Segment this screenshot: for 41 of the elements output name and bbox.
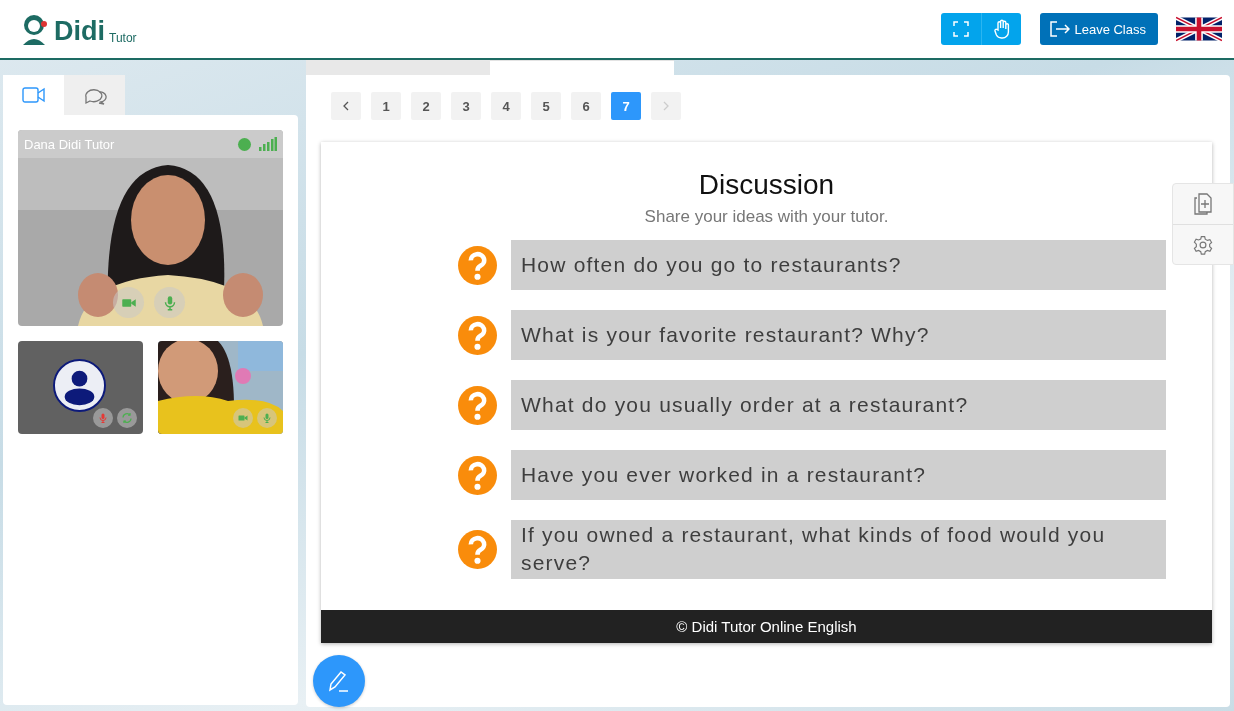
settings-icon: [1193, 234, 1213, 255]
exit-icon: [1050, 21, 1071, 37]
question-icon: [457, 384, 498, 426]
page-button[interactable]: 1: [371, 92, 401, 120]
previous-page-button[interactable]: [331, 92, 361, 120]
question-text: What is your favorite restaurant? Why?: [511, 310, 1166, 360]
microphone-icon[interactable]: [261, 412, 273, 424]
video-tab[interactable]: [3, 75, 64, 115]
page-button[interactable]: 3: [451, 92, 481, 120]
slide-tab[interactable]: [306, 60, 490, 75]
leave-class-button[interactable]: Leave Class: [1040, 13, 1158, 45]
flag-icon[interactable]: [1176, 14, 1222, 44]
logo-subtitle: Tutor: [109, 31, 137, 45]
avatar-icon: [53, 359, 106, 412]
page-button[interactable]: 5: [531, 92, 561, 120]
fullscreen-icon: [953, 21, 970, 37]
question-text: If you owned a restaurant, what kinds of food would you serve?: [511, 520, 1166, 579]
logo-text: Didi: [54, 18, 105, 45]
slide-footer: © Didi Tutor Online English: [321, 610, 1212, 643]
question-text: Have you ever worked in a restaurant?: [511, 450, 1166, 500]
question-icon: [457, 314, 498, 356]
slide-tab[interactable]: [490, 60, 674, 75]
question-icon: [457, 244, 498, 286]
microphone-icon[interactable]: [97, 412, 109, 424]
question-text: How often do you go to restaurants?: [511, 240, 1166, 290]
chevron-right-icon: [661, 101, 671, 111]
signal-icon: [259, 137, 277, 151]
question-text: What do you usually order at a restaurant?: [511, 380, 1166, 430]
video-camera-icon: [21, 87, 46, 103]
slide-title: Discussion: [698, 169, 835, 201]
page-button[interactable]: 4: [491, 92, 521, 120]
chevron-left-icon: [341, 101, 351, 111]
add-page-icon: [1193, 193, 1213, 215]
slide-subtitle: Share your ideas with your tutor.: [644, 207, 889, 227]
hand-icon: [992, 19, 1011, 39]
chat-tab[interactable]: [64, 75, 125, 115]
question-icon: [457, 454, 498, 496]
page-button[interactable]: 6: [571, 92, 601, 120]
page-button[interactable]: 2: [411, 92, 441, 120]
refresh-icon[interactable]: [121, 412, 133, 424]
question-icon: [457, 528, 498, 570]
